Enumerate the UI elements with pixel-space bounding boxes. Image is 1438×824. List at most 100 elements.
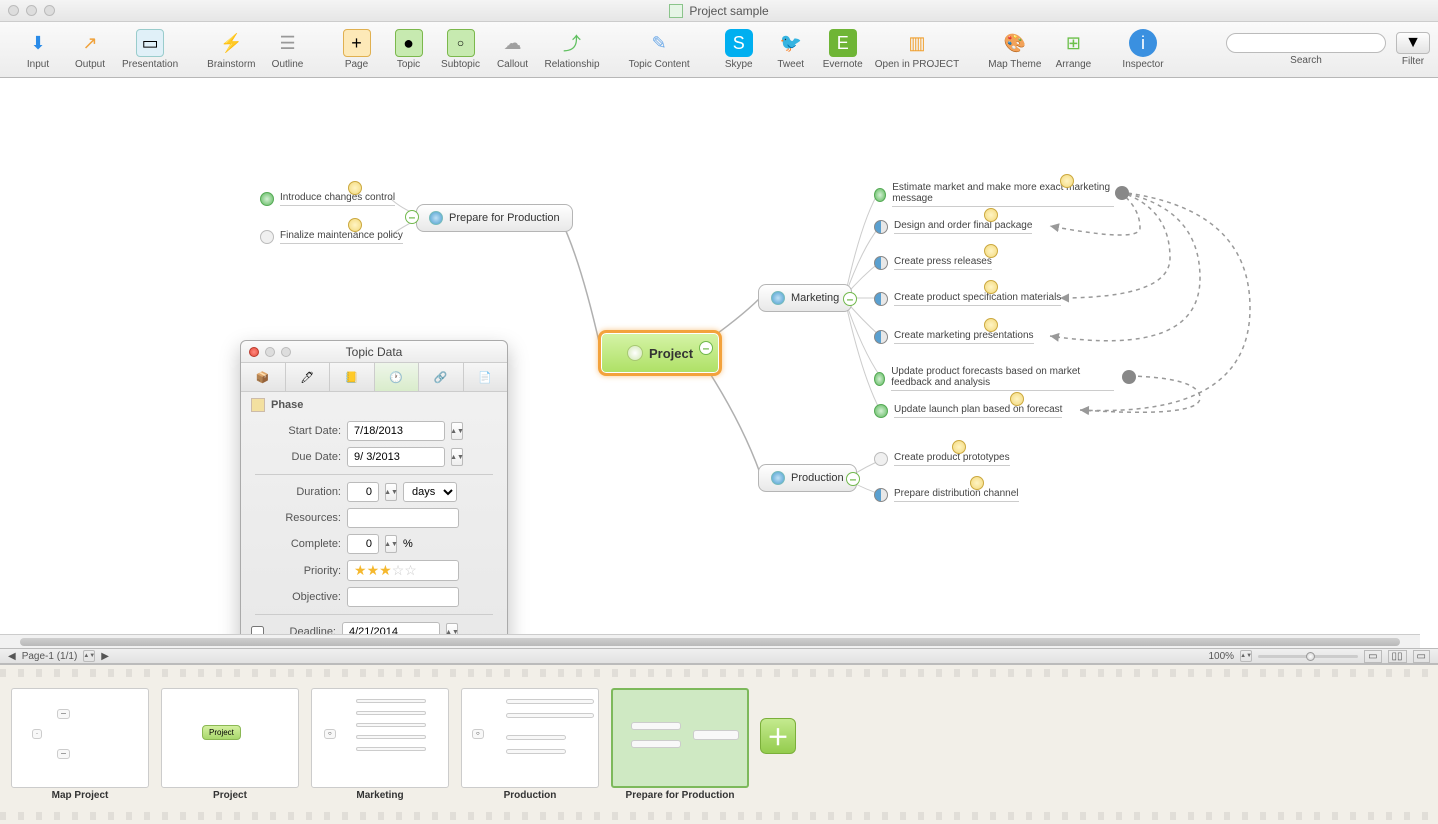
complete-input[interactable] (347, 534, 379, 554)
phase-icon (251, 398, 265, 412)
slide-thumbnail[interactable]: ○ Production (460, 688, 600, 801)
collapse-button[interactable]: – (846, 472, 860, 486)
complete-stepper[interactable]: ▲▼ (385, 535, 397, 553)
camera-icon[interactable]: 📷 (673, 688, 687, 689)
toolbar-output[interactable]: ↗Output (70, 29, 110, 70)
toolbar-skype[interactable]: SSkype (719, 29, 759, 70)
funnel-icon: ▼ (1405, 34, 1421, 52)
popup-tab-5[interactable]: 🔗 (419, 363, 464, 391)
topic-text: Finalize maintenance policy (280, 230, 403, 244)
popup-tab-4[interactable]: 🕐 (375, 363, 420, 391)
collapse-button[interactable]: – (699, 341, 713, 355)
zoom-stepper[interactable]: ▲▼ (1240, 650, 1252, 662)
due-date-input[interactable] (347, 447, 445, 467)
slide-thumbnail-active[interactable]: ▶ 📷 ✕ Prepare for Production (610, 688, 750, 801)
toolbar-topic[interactable]: ●Topic (389, 29, 429, 70)
topic-leaf[interactable]: Update launch plan based on forecast (874, 404, 1062, 418)
add-slide-button[interactable]: ＋ (760, 718, 796, 754)
topic-text: Update product forecasts based on market… (891, 366, 1114, 391)
toolbar-tweet[interactable]: 🐦Tweet (771, 29, 811, 70)
topic-leaf[interactable]: Introduce changes control (260, 192, 395, 206)
topic-leaf[interactable]: Design and order final package (874, 220, 1032, 234)
collapse-button[interactable]: – (843, 292, 857, 306)
toolbar-label: Skype (725, 59, 753, 70)
toolbar-relationship[interactable]: ⤴Relationship (545, 29, 600, 70)
toolbar-label: Page (345, 59, 368, 70)
canvas-viewport[interactable]: Introduce changes control Finalize maint… (0, 78, 1438, 648)
phase-label: Phase (271, 399, 303, 411)
close-window-icon[interactable] (8, 5, 19, 16)
relationship-handle-icon[interactable] (1122, 370, 1136, 384)
due-date-stepper[interactable]: ▲▼ (451, 448, 463, 466)
duration-stepper[interactable]: ▲▼ (385, 483, 397, 501)
view-mode-1-icon[interactable]: ▭ (1364, 650, 1381, 663)
toolbar-arrange[interactable]: ⊞Arrange (1053, 29, 1093, 70)
horizontal-scrollbar[interactable] (0, 634, 1420, 648)
zoom-popup-icon[interactable] (281, 347, 291, 357)
slide-thumbnail[interactable]: · — — Map Project (10, 688, 150, 801)
toolbar-evernote[interactable]: EEvernote (823, 29, 863, 70)
toolbar-page[interactable]: +Page (337, 29, 377, 70)
start-date-stepper[interactable]: ▲▼ (451, 422, 463, 440)
status-bar: ◀ Page-1 (1/1) ▲▼ ▶ 100% ▲▼ ▭ ▯▯ ▭ (0, 648, 1438, 664)
view-mode-2-icon[interactable]: ▯▯ (1388, 650, 1407, 663)
progress-icon (874, 488, 888, 502)
slider-knob[interactable] (1306, 652, 1315, 661)
toolbar-map-theme[interactable]: 🎨Map Theme (988, 29, 1041, 70)
slide-thumbnail[interactable]: Project Project (160, 688, 300, 801)
popup-tab-1[interactable]: 📦 (241, 363, 286, 391)
topic-leaf[interactable]: Create marketing presentations (874, 330, 1034, 344)
toolbar-topic-content[interactable]: ✎Topic Content (629, 29, 690, 70)
duration-input[interactable] (347, 482, 379, 502)
play-icon[interactable]: ▶ (630, 688, 638, 689)
search-label: Search (1290, 55, 1322, 66)
scrollbar-thumb[interactable] (20, 638, 1400, 646)
priority-stars[interactable]: ★★★☆☆ (347, 560, 459, 581)
minimize-popup-icon[interactable] (265, 347, 275, 357)
resources-input[interactable] (347, 508, 459, 528)
toolbar-input[interactable]: ⬇Input (18, 29, 58, 70)
zoom-window-icon[interactable] (44, 5, 55, 16)
relationship-handle-icon[interactable] (1115, 186, 1129, 200)
filter-button[interactable]: ▼ (1396, 32, 1430, 54)
search-input[interactable] (1226, 33, 1386, 53)
topic-leaf[interactable]: Estimate market and make more exact mark… (874, 182, 1114, 207)
popup-tab-6[interactable]: 📄 (464, 363, 508, 391)
slide-thumbnail[interactable]: ○ Marketing (310, 688, 450, 801)
check-icon (874, 372, 885, 386)
topic-leaf[interactable]: Create product prototypes (874, 452, 1010, 466)
clock-icon (970, 476, 984, 490)
topic-production[interactable]: Production (758, 464, 857, 492)
toolbar-brainstorm[interactable]: ⚡Brainstorm (207, 29, 255, 70)
close-popup-icon[interactable] (249, 347, 259, 357)
zoom-slider[interactable] (1258, 655, 1358, 658)
topic-leaf[interactable]: Finalize maintenance policy (260, 230, 403, 244)
start-date-input[interactable] (347, 421, 445, 441)
objective-input[interactable] (347, 587, 459, 607)
topic-prepare-for-production[interactable]: Prepare for Production (416, 204, 573, 232)
toolbar-open-in-project[interactable]: ▥Open in PROJECT (875, 29, 959, 70)
mindmap-canvas[interactable]: Introduce changes control Finalize maint… (0, 78, 1438, 648)
topic-leaf[interactable]: Update product forecasts based on market… (874, 366, 1114, 391)
toolbar-subtopic[interactable]: ○Subtopic (441, 29, 481, 70)
topic-leaf[interactable]: Create product specification materials (874, 292, 1061, 306)
popup-tab-2[interactable]: 🖊 (286, 363, 331, 391)
toolbar-label: Outline (272, 59, 304, 70)
presentation-filmstrip: · — — Map Project Project Project ○ Mark… (0, 664, 1438, 824)
close-icon[interactable]: ✕ (721, 688, 730, 689)
topic-marketing[interactable]: Marketing (758, 284, 852, 312)
topic-leaf[interactable]: Create press releases (874, 256, 992, 270)
toolbar-callout[interactable]: ☁Callout (493, 29, 533, 70)
popup-tab-3[interactable]: 📒 (330, 363, 375, 391)
topic-leaf[interactable]: Prepare distribution channel (874, 488, 1019, 502)
duration-unit-select[interactable]: days (403, 482, 457, 502)
view-mode-3-icon[interactable]: ▭ (1413, 650, 1430, 663)
minimize-window-icon[interactable] (26, 5, 37, 16)
toolbar-presentation[interactable]: ▭Presentation (122, 29, 178, 70)
collapse-button[interactable]: – (405, 210, 419, 224)
chevron-left-icon[interactable]: ◀ (8, 651, 16, 662)
chevron-right-icon[interactable]: ▶ (101, 651, 109, 662)
toolbar-outline[interactable]: ☰Outline (268, 29, 308, 70)
toolbar-inspector[interactable]: iInspector (1122, 29, 1163, 70)
page-stepper[interactable]: ▲▼ (83, 650, 95, 662)
